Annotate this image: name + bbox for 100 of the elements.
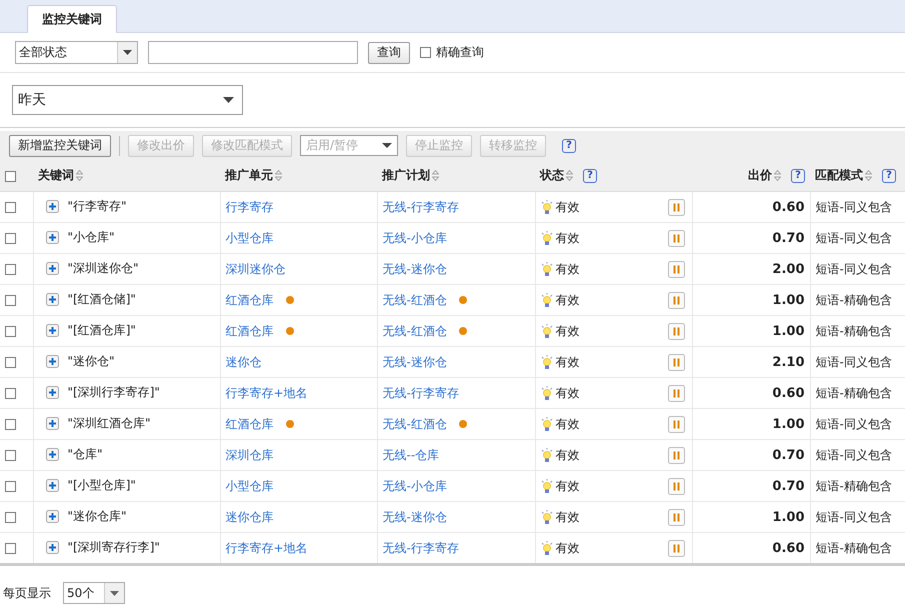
- search-button[interactable]: 查询: [368, 42, 410, 64]
- plan-link[interactable]: 无线-迷你仓: [382, 508, 447, 526]
- row-checkbox[interactable]: [5, 233, 16, 244]
- unit-link[interactable]: 深圳仓库: [226, 446, 274, 464]
- pause-icon[interactable]: [668, 416, 684, 432]
- status-dot: [286, 420, 294, 428]
- price-text: 1.00: [772, 324, 804, 338]
- match-mode-text: 短语-精确包含: [816, 386, 892, 400]
- lightbulb-icon: [540, 292, 552, 308]
- unit-link[interactable]: 小型仓库: [226, 230, 274, 246]
- row-checkbox[interactable]: [5, 543, 16, 554]
- price-text: 2.10: [772, 354, 804, 370]
- plan-link[interactable]: 无线--仓库: [382, 446, 440, 464]
- unit-link[interactable]: 行李寄存+地名: [226, 384, 308, 402]
- expand-icon[interactable]: [46, 324, 58, 337]
- expand-icon[interactable]: [46, 386, 58, 399]
- expand-icon[interactable]: [46, 293, 58, 306]
- expand-icon[interactable]: [46, 510, 58, 523]
- expand-icon[interactable]: [46, 262, 58, 275]
- row-checkbox[interactable]: [5, 481, 16, 492]
- expand-icon[interactable]: [46, 417, 58, 430]
- pause-icon[interactable]: [668, 508, 684, 526]
- unit-link[interactable]: 红酒仓库: [226, 416, 274, 432]
- pause-icon[interactable]: [668, 354, 684, 370]
- expand-icon[interactable]: [46, 479, 58, 492]
- caret-icon: [110, 590, 119, 596]
- keyword-text: "行李寄存": [68, 198, 127, 215]
- status-text: 有效: [556, 198, 580, 216]
- pause-icon[interactable]: [668, 446, 684, 464]
- unit-link[interactable]: 深圳迷你仓: [226, 260, 286, 278]
- help-icon[interactable]: ?: [583, 168, 597, 182]
- plan-link[interactable]: 无线-行李寄存: [382, 384, 459, 402]
- column-header[interactable]: 出价: [748, 167, 772, 184]
- pause-icon[interactable]: [668, 198, 684, 216]
- status-text: 有效: [556, 260, 580, 278]
- page-size-dropdown[interactable]: 50个: [63, 582, 125, 604]
- column-header[interactable]: 推广计划: [382, 167, 430, 184]
- status-text: 有效: [556, 292, 580, 308]
- status-text: 有效: [556, 540, 580, 556]
- pause-icon[interactable]: [668, 230, 684, 246]
- unit-link[interactable]: 小型仓库: [226, 478, 274, 494]
- keyword-text: "深圳红酒仓库": [68, 415, 151, 432]
- row-checkbox[interactable]: [5, 388, 16, 400]
- plan-link[interactable]: 无线-红酒仓: [382, 292, 447, 308]
- date-dropdown[interactable]: 昨天: [12, 85, 243, 115]
- pause-icon[interactable]: [668, 540, 684, 556]
- plan-link[interactable]: 无线-小仓库: [382, 230, 447, 246]
- column-header[interactable]: 状态: [540, 167, 564, 184]
- price-text: 0.60: [772, 200, 804, 214]
- pause-icon[interactable]: [668, 260, 684, 278]
- unit-link[interactable]: 红酒仓库: [226, 322, 274, 340]
- tab[interactable]: 监控关键词: [27, 5, 117, 33]
- plan-link[interactable]: 无线-迷你仓: [382, 354, 447, 370]
- plan-link[interactable]: 无线-迷你仓: [382, 260, 447, 278]
- search-field[interactable]: [148, 41, 358, 64]
- column-header[interactable]: 关键词: [38, 167, 74, 184]
- help-icon[interactable]: ?: [882, 168, 896, 182]
- price-text: 0.60: [772, 386, 804, 400]
- column-header[interactable]: 推广单元: [225, 167, 273, 184]
- help-icon[interactable]: ?: [791, 168, 805, 182]
- row-checkbox[interactable]: [5, 295, 16, 306]
- column-header[interactable]: 匹配模式: [815, 167, 863, 184]
- pause-icon[interactable]: [668, 292, 684, 308]
- expand-icon[interactable]: [46, 448, 58, 461]
- unit-link[interactable]: 迷你仓库: [226, 508, 274, 526]
- lightbulb-icon: [540, 416, 552, 432]
- status-text: 有效: [556, 322, 580, 340]
- lightbulb-icon: [540, 354, 552, 370]
- row-checkbox[interactable]: [5, 264, 16, 276]
- row-checkbox[interactable]: [5, 357, 16, 368]
- expand-icon[interactable]: [46, 231, 58, 244]
- unit-link[interactable]: 红酒仓库: [226, 292, 274, 308]
- plan-link[interactable]: 无线-行李寄存: [382, 198, 459, 216]
- exact-checkbox[interactable]: [420, 47, 431, 58]
- unit-link[interactable]: 迷你仓: [226, 354, 262, 370]
- row-checkbox[interactable]: [5, 326, 16, 338]
- pause-icon[interactable]: [668, 384, 684, 402]
- pause-icon[interactable]: [668, 322, 684, 340]
- unit-link[interactable]: 行李寄存+地名: [226, 540, 308, 556]
- plan-link[interactable]: 无线-行李寄存: [382, 540, 459, 556]
- plan-link[interactable]: 无线-红酒仓: [382, 416, 447, 432]
- pause-icon[interactable]: [668, 478, 684, 494]
- expand-icon[interactable]: [46, 200, 58, 213]
- status-dropdown[interactable]: 全部状态: [15, 41, 138, 64]
- row-checkbox[interactable]: [5, 202, 16, 214]
- plan-link[interactable]: 无线-红酒仓: [382, 322, 447, 340]
- expand-icon[interactable]: [46, 541, 58, 554]
- caret-icon: [382, 143, 392, 148]
- toolbar-button[interactable]: 新增监控关键词: [9, 134, 111, 156]
- help-icon[interactable]: ?: [562, 138, 576, 152]
- row-checkbox[interactable]: [5, 419, 16, 430]
- row-checkbox[interactable]: [5, 450, 16, 462]
- expand-icon[interactable]: [46, 355, 58, 368]
- row-checkbox[interactable]: [5, 512, 16, 524]
- select-all-checkbox[interactable]: [5, 170, 16, 182]
- price-text: 0.60: [772, 540, 804, 556]
- unit-link[interactable]: 行李寄存: [226, 198, 274, 216]
- price-text: 0.70: [772, 230, 804, 246]
- plan-link[interactable]: 无线-小仓库: [382, 478, 447, 494]
- match-mode-text: 短语-精确包含: [816, 292, 892, 306]
